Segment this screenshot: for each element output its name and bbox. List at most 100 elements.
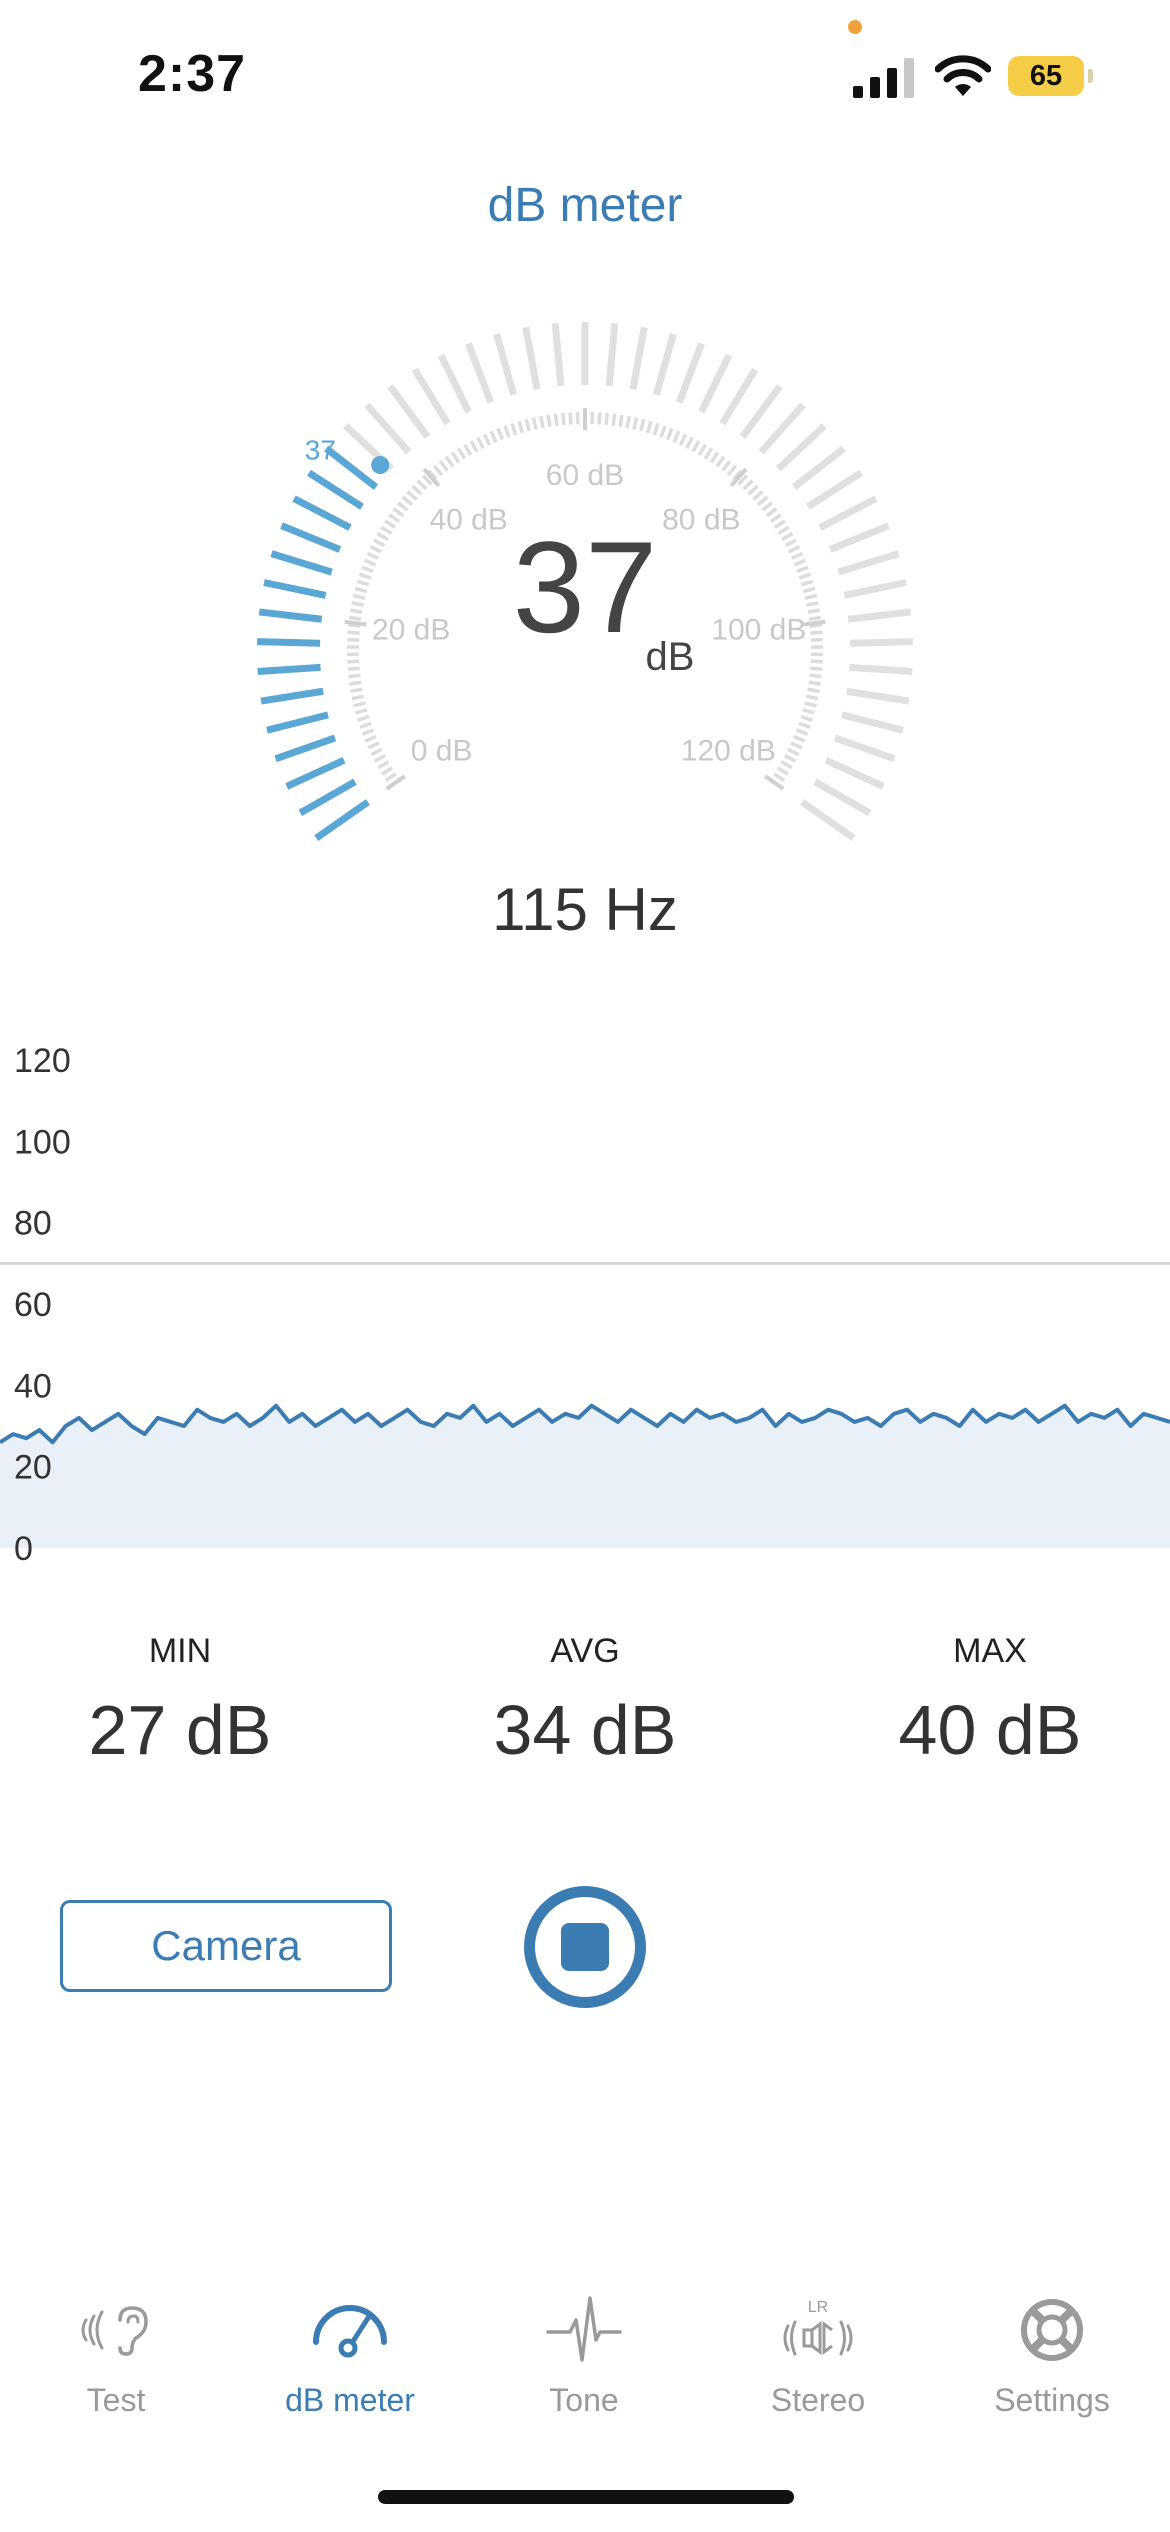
gauge-scale-dot: [361, 565, 374, 574]
gauge-tick: [493, 333, 517, 396]
gauge-tick: [758, 402, 806, 455]
gauge-tick: [266, 711, 329, 734]
gauge-tick: [806, 469, 863, 510]
gauge-scale-dot: [798, 572, 812, 580]
gauge-tick: [800, 799, 856, 842]
gauge-scale-dot: [691, 440, 701, 453]
gauge-scale-dot: [757, 495, 769, 507]
gauge-scale-dot: [639, 418, 646, 432]
tab-test[interactable]: Test: [26, 2290, 206, 2419]
gauge-scale-dot: [715, 455, 726, 468]
page-title: dB meter: [487, 179, 683, 232]
gauge-scale-dot: [787, 545, 801, 554]
gauge-tick: [522, 326, 541, 391]
gauge-scale-dot: [463, 443, 473, 456]
tab-stereo[interactable]: LR Stereo: [728, 2290, 908, 2419]
gauge-scale-dot: [783, 754, 797, 763]
chart-y-tick-label: 20: [14, 1449, 52, 1487]
gauge-scale-dot: [761, 501, 774, 512]
gauge-tick: [629, 326, 648, 391]
gauge-scale-dot: [347, 659, 360, 664]
gauge-scale-dot: [752, 490, 764, 501]
gauge-scale-dot: [517, 420, 525, 434]
gauge-scale-dot: [685, 436, 694, 450]
gauge-tick: [551, 323, 565, 387]
gauge-scale-dot: [810, 666, 823, 672]
gauge-tick: [849, 663, 913, 675]
gauge-tick: [387, 384, 431, 439]
gauge-scale-dot: [765, 507, 778, 518]
gauge-tick: [263, 579, 327, 599]
tab-tone[interactable]: Tone: [494, 2290, 674, 2419]
gauge-scale-dot: [350, 687, 363, 694]
gauge-tick-label: 80 dB: [662, 503, 740, 536]
gauge-scale-dot: [659, 425, 667, 438]
gauge-tick: [257, 638, 321, 647]
gauge-scale-dot: [780, 760, 793, 770]
gauge-scale-dot: [804, 701, 817, 708]
gauge-tick-label: 120 dB: [681, 734, 776, 767]
chart-area-fill: [0, 1405, 1170, 1548]
gauge-scale-dot: [800, 714, 813, 722]
gauge-scale-dot: [632, 417, 639, 430]
gauge-scale-dot: [438, 460, 449, 472]
gauge-scale-dot: [381, 766, 394, 776]
gauge-scale-dot: [747, 484, 759, 496]
gauge-scale-dot: [678, 433, 688, 446]
gauge-tick: [653, 333, 677, 396]
gauge-scale-dot: [665, 427, 674, 441]
gauge-scale-dot: [546, 414, 552, 428]
gauge-scale-dot: [773, 772, 786, 782]
gauge-scale-dot: [373, 538, 386, 548]
gauge-tick: [270, 550, 333, 576]
gauge-scale-dot: [804, 593, 818, 601]
gauge-scale-dot: [351, 694, 365, 701]
gauge-scale-dot: [810, 637, 823, 642]
stat-min-value: 27 dB: [88, 1691, 272, 1769]
gauge-tick: [465, 342, 495, 404]
gauge-scale-dot: [353, 701, 366, 708]
chart-y-tick-label: 120: [14, 1042, 71, 1080]
gauge-tick: [828, 522, 890, 553]
gauge-scale-dot: [503, 425, 511, 438]
stereo-speaker-icon: LR: [783, 2299, 853, 2356]
gauge-tick: [791, 445, 846, 490]
chart-y-tick-label: 40: [14, 1367, 52, 1405]
tab-db-meter[interactable]: dB meter: [260, 2290, 440, 2419]
gauge-scale-dot: [652, 422, 660, 436]
gauge-tick: [675, 342, 705, 404]
gauge-tick: [824, 757, 885, 790]
gauge-scale-dot: [742, 479, 754, 491]
gauge-marker-label: 37: [305, 435, 336, 466]
camera-button[interactable]: Camera: [60, 1900, 392, 1992]
gauge-scale-dot: [347, 666, 360, 672]
home-indicator: [378, 2490, 794, 2504]
gauge-scale-dot: [802, 708, 815, 715]
gauge-tick: [739, 384, 783, 439]
tab-settings[interactable]: Settings: [962, 2290, 1142, 2419]
gauge-scale-dot: [781, 532, 794, 541]
gauge-tick: [849, 638, 913, 647]
gauge-scale-dot: [376, 532, 389, 541]
gauge-scale-dot: [432, 464, 444, 477]
status-time: 2:37: [138, 45, 247, 103]
gauge-tick: [605, 323, 619, 387]
waveform-icon: [546, 2296, 622, 2362]
gauge-scale-dot: [808, 615, 822, 621]
gauge-scale-dot: [482, 433, 492, 446]
db-history-chart: 120 100 80 60 40 20 0: [0, 1042, 1170, 1568]
gauge-scale-dot: [805, 694, 819, 701]
gauge-scale-dot: [369, 545, 383, 554]
chart-y-tick-label: 100: [14, 1123, 71, 1161]
gauge-scale-dot: [388, 513, 401, 523]
gauge-tick: [841, 711, 904, 734]
gauge-tick: [847, 608, 912, 623]
gauge-tick: [314, 799, 370, 842]
stop-recording-button[interactable]: [524, 1886, 646, 2008]
tab-tone-label: Tone: [549, 2382, 619, 2418]
gauge-tick-label: 0 dB: [411, 734, 473, 767]
gauge-scale-dot: [807, 608, 820, 614]
stat-max-label: MAX: [953, 1632, 1027, 1670]
gauge-scale-dot: [380, 525, 393, 535]
gauge-scale-dot: [352, 593, 366, 601]
